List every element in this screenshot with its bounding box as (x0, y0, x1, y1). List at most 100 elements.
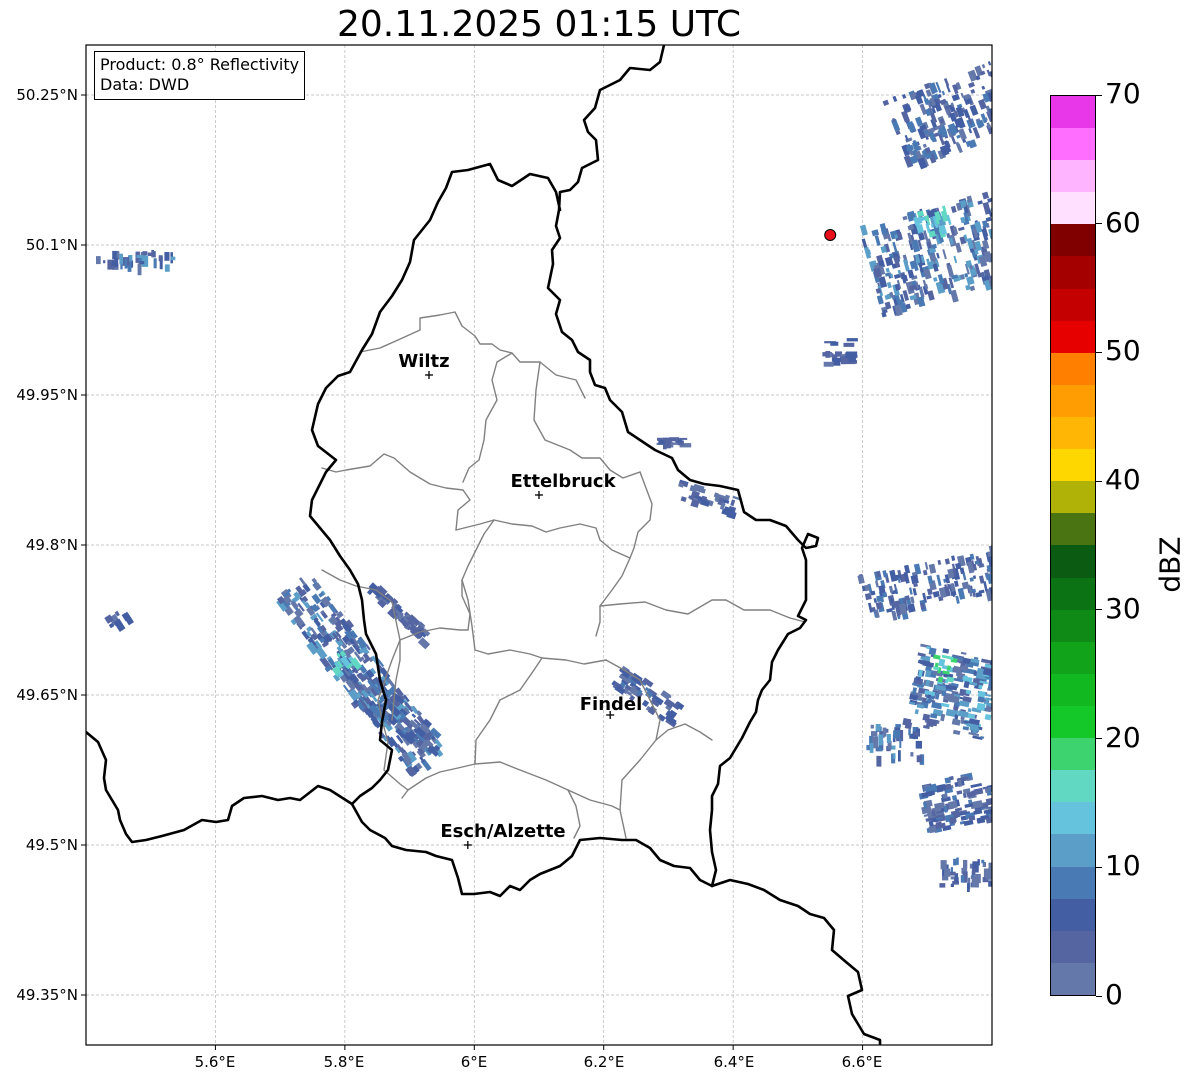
echo-cell (1005, 868, 1012, 873)
echo-cell (992, 213, 999, 224)
colorbar-tick (1096, 995, 1102, 997)
echo-cell (991, 269, 992, 279)
echo-cell (998, 231, 1004, 240)
echo-cell (1003, 113, 1011, 125)
echo-cell (1006, 119, 1011, 127)
echo-cell (664, 442, 671, 449)
lat-label: 50.1°N (25, 236, 78, 254)
colorbar-segment (1051, 417, 1095, 450)
colorbar-segment (1051, 288, 1095, 321)
city-label-wiltz: Wiltz (398, 351, 450, 372)
colorbar-segment (1051, 770, 1095, 803)
echo-cell (994, 582, 1003, 592)
echo-cell (870, 724, 874, 729)
lat-label: 49.95°N (16, 386, 78, 404)
colorbar-segment (1051, 160, 1095, 193)
colorbar-segment (1051, 609, 1095, 642)
echo-cell (1003, 82, 1009, 90)
colorbar-segment (1051, 577, 1095, 610)
colorbar-segment (1051, 513, 1095, 546)
colorbar-segment (1051, 673, 1095, 707)
echo-cell (869, 742, 874, 753)
echo-cell (944, 868, 951, 877)
echo-cell (679, 437, 688, 440)
echo-cell (159, 260, 163, 270)
colorbar-segment (1051, 256, 1095, 289)
echo-cell (1001, 126, 1009, 135)
colorbar-segment (1051, 930, 1095, 963)
echo-cell (995, 56, 1000, 63)
echo-cell (994, 562, 1000, 570)
echo-cell (928, 647, 937, 656)
echo-cell (997, 272, 1001, 278)
echo-cell (119, 253, 123, 265)
colorbar-segment (1051, 192, 1095, 225)
lon-label: 6°E (460, 1053, 488, 1071)
product-info-box: Product: 0.8° Reflectivity Data: DWD (94, 51, 306, 100)
echo-cell (1008, 96, 1015, 103)
echo-cell (1002, 865, 1008, 872)
colorbar-segment (1051, 706, 1095, 739)
echo-cell (825, 351, 831, 358)
echo-cell (1004, 861, 1007, 868)
echo-cell (994, 577, 999, 588)
echo-cell (1005, 871, 1009, 874)
colorbar-segment (1051, 224, 1095, 257)
echo-cell (914, 732, 920, 736)
echo-cell (878, 734, 884, 746)
lon-label: 5.6°E (194, 1053, 236, 1071)
echo-cell (996, 259, 1004, 271)
echo-cell (1005, 263, 1014, 275)
colorbar-segment (1051, 449, 1095, 482)
echo-cell (1003, 275, 1008, 279)
echo-cell (846, 338, 858, 342)
colorbar-segment (1051, 834, 1095, 867)
echo-cell (994, 59, 1004, 71)
colorbar-tick (1096, 738, 1102, 740)
echo-cell (1010, 269, 1017, 281)
echo-cell (994, 241, 999, 247)
radar-map (81, 44, 1017, 1050)
echo-cell (1003, 254, 1007, 258)
colorbar-tick-label: 30 (1105, 591, 1141, 625)
echo-cell (1011, 258, 1017, 268)
echo-cell (994, 239, 1000, 250)
echo-cell (966, 883, 970, 892)
colorbar-segment (1051, 802, 1095, 835)
echo-cell (949, 775, 954, 781)
echo-cell (1007, 256, 1011, 261)
echo-cell (658, 440, 665, 445)
lon-label: 6.4°E (713, 1053, 755, 1071)
echo-cell (993, 90, 999, 101)
echo-cell (158, 255, 163, 262)
echo-cell (997, 124, 1003, 133)
colorbar-tick-label: 10 (1105, 849, 1141, 883)
echo-cell (95, 256, 101, 265)
echo-cell (1003, 244, 1008, 251)
echo-cell (114, 257, 119, 268)
echo-cell (899, 738, 902, 748)
echo-cell (993, 268, 999, 278)
colorbar-unit-label: dBZ (1153, 536, 1184, 593)
echo-cell (124, 259, 128, 269)
echo-cell (962, 859, 968, 869)
echo-cell (111, 261, 115, 266)
echo-cell (142, 251, 148, 256)
lat-label: 49.8°N (25, 536, 78, 554)
echo-cell (993, 262, 1001, 272)
echo-cell (996, 856, 1001, 865)
echo-cell (927, 694, 932, 699)
echo-cell (1001, 275, 1007, 286)
echo-cell (846, 351, 858, 357)
echo-cell (928, 825, 937, 834)
lat-label: 49.5°N (25, 836, 78, 854)
echo-cell (993, 867, 997, 877)
colorbar-tick (1096, 866, 1102, 868)
colorbar (1050, 95, 1096, 996)
echo-cell (998, 561, 1003, 566)
echo-cell (893, 730, 901, 739)
echo-cell (823, 361, 834, 367)
echo-cell (1006, 253, 1012, 260)
echo-cell (910, 752, 914, 757)
echo-cell (147, 252, 154, 256)
